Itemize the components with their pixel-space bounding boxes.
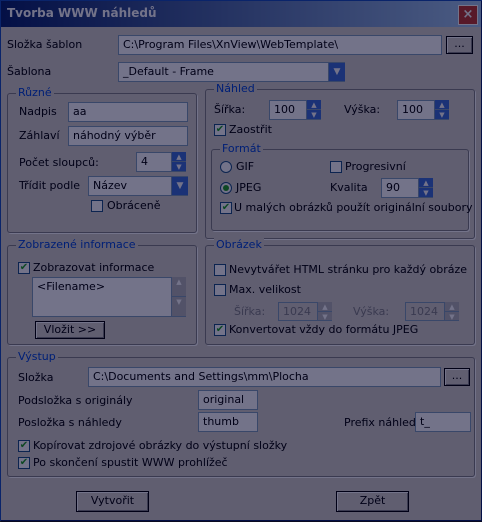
copy-sources-label: Kopírovat zdrojové obrázky do výstupní s… — [33, 439, 288, 452]
orig-subfolder-field[interactable]: original — [198, 390, 258, 410]
quality-spinner[interactable]: ▲ ▼ — [419, 178, 433, 198]
thumb-subfolder-label: Posložka s náhledy — [18, 416, 122, 429]
image-width-spinner[interactable]: ▲ ▼ — [318, 302, 332, 321]
image-height-spinner[interactable]: ▲ ▼ — [445, 302, 459, 321]
header-label: Záhlaví — [19, 129, 60, 142]
create-button[interactable]: Vytvořit — [76, 491, 149, 512]
convert-jpeg-checkbox[interactable]: ✔ — [214, 324, 226, 336]
launch-browser-checkbox[interactable]: ✔ — [18, 457, 30, 469]
image-group-title: Obrázek — [214, 238, 264, 251]
title-bar: Tvorba WWW náhledů × — [1, 1, 481, 27]
progressive-checkbox[interactable] — [330, 161, 342, 173]
thumb-prefix-label: Prefix náhledů — [344, 416, 423, 429]
gif-label: GIF — [236, 160, 255, 173]
output-folder-browse-button[interactable]: ... — [444, 368, 470, 386]
jpeg-label: JPEG — [236, 181, 262, 194]
caption-label: Nadpis — [19, 105, 57, 118]
image-width-field[interactable]: 1024 — [278, 302, 318, 321]
close-button[interactable]: × — [458, 5, 478, 25]
format-group-title: Formát — [220, 142, 263, 155]
thumb-prefix-field[interactable]: t_ — [415, 412, 471, 432]
template-select-value: _Default - Frame — [123, 65, 214, 78]
template-folder-field[interactable]: C:\Program Files\XnView\WebTemplate\ — [118, 35, 442, 55]
info-textarea[interactable]: <Filename> — [32, 277, 172, 317]
quality-label: Kvalita — [330, 181, 368, 194]
info-group-title: Zobrazené informace — [16, 238, 138, 251]
columns-label: Počet sloupců: — [19, 156, 99, 169]
convert-jpeg-label: Konvertovat vždy do formátu JPEG — [229, 323, 419, 336]
small-original-label: U malých obrázků použít originální soubo… — [234, 201, 473, 214]
preview-group-title: Náhled — [214, 82, 257, 95]
template-folder-label: Složka šablon — [7, 38, 83, 51]
preview-height-field[interactable]: 100 — [397, 100, 435, 120]
insert-button[interactable]: Vložit >> — [35, 321, 105, 339]
show-info-label: Zobrazovat informace — [33, 261, 155, 274]
no-html-checkbox[interactable] — [214, 264, 226, 276]
jpeg-radio[interactable] — [220, 182, 232, 194]
image-height-label: Výška: — [353, 305, 390, 318]
caption-field[interactable]: aa — [68, 102, 188, 122]
template-select[interactable]: _Default - Frame — [118, 62, 345, 82]
chevron-down-icon[interactable]: ▼ — [171, 177, 188, 195]
progressive-label: Progresivní — [345, 160, 406, 173]
back-button[interactable]: Zpět — [336, 491, 409, 512]
image-height-field[interactable]: 1024 — [405, 302, 445, 321]
max-size-label: Max. velikost — [229, 283, 301, 296]
show-info-checkbox[interactable]: ✔ — [18, 262, 30, 274]
preview-width-field[interactable]: 100 — [269, 100, 307, 120]
web-preview-dialog: Tvorba WWW náhledů × Složka šablon C:\Pr… — [0, 0, 482, 522]
thumb-subfolder-field[interactable]: thumb — [198, 412, 258, 432]
max-size-checkbox[interactable] — [214, 284, 226, 296]
image-width-label: Šířka: — [234, 305, 266, 318]
output-folder-field[interactable]: C:\Documents and Settings\mm\Plocha — [88, 367, 441, 387]
copy-sources-checkbox[interactable]: ✔ — [18, 440, 30, 452]
misc-group-title: Různé — [16, 86, 54, 99]
chevron-down-icon[interactable]: ▼ — [328, 63, 345, 81]
preview-height-spinner[interactable]: ▲ ▼ — [435, 100, 449, 120]
window-title: Tvorba WWW náhledů — [7, 6, 157, 20]
columns-spinner[interactable]: ▲ ▼ — [172, 152, 186, 172]
columns-field[interactable]: 4 — [136, 152, 172, 172]
output-group-title: Výstup — [16, 350, 58, 363]
preview-width-label: Šířka: — [214, 103, 246, 116]
quality-field[interactable]: 90 — [381, 178, 419, 198]
preview-width-spinner[interactable]: ▲ ▼ — [307, 100, 321, 120]
sharpen-checkbox[interactable]: ✔ — [214, 124, 226, 136]
output-folder-label: Složka — [18, 371, 54, 384]
no-html-label: Nevytvářet HTML stránku pro každý obráze — [229, 263, 468, 276]
header-field[interactable]: náhodný výběr — [68, 126, 188, 146]
launch-browser-label: Po skončení spustit WWW prohlížeč — [33, 456, 228, 469]
sort-label: Třídit podle — [19, 179, 81, 192]
template-folder-browse-button[interactable]: ... — [446, 36, 473, 54]
gif-radio[interactable] — [220, 161, 232, 173]
small-original-checkbox[interactable]: ✔ — [220, 202, 232, 214]
template-label: Šablona — [7, 65, 52, 78]
info-scrollbar[interactable]: ▲ ▼ — [172, 277, 186, 317]
sharpen-label: Zaostřit — [229, 123, 272, 136]
reverse-checkbox[interactable] — [91, 200, 103, 212]
sort-select-value: Název — [93, 179, 128, 192]
preview-height-label: Výška: — [344, 103, 381, 116]
reverse-label: Obráceně — [107, 199, 161, 212]
orig-subfolder-label: Podsložka s originály — [18, 394, 133, 407]
